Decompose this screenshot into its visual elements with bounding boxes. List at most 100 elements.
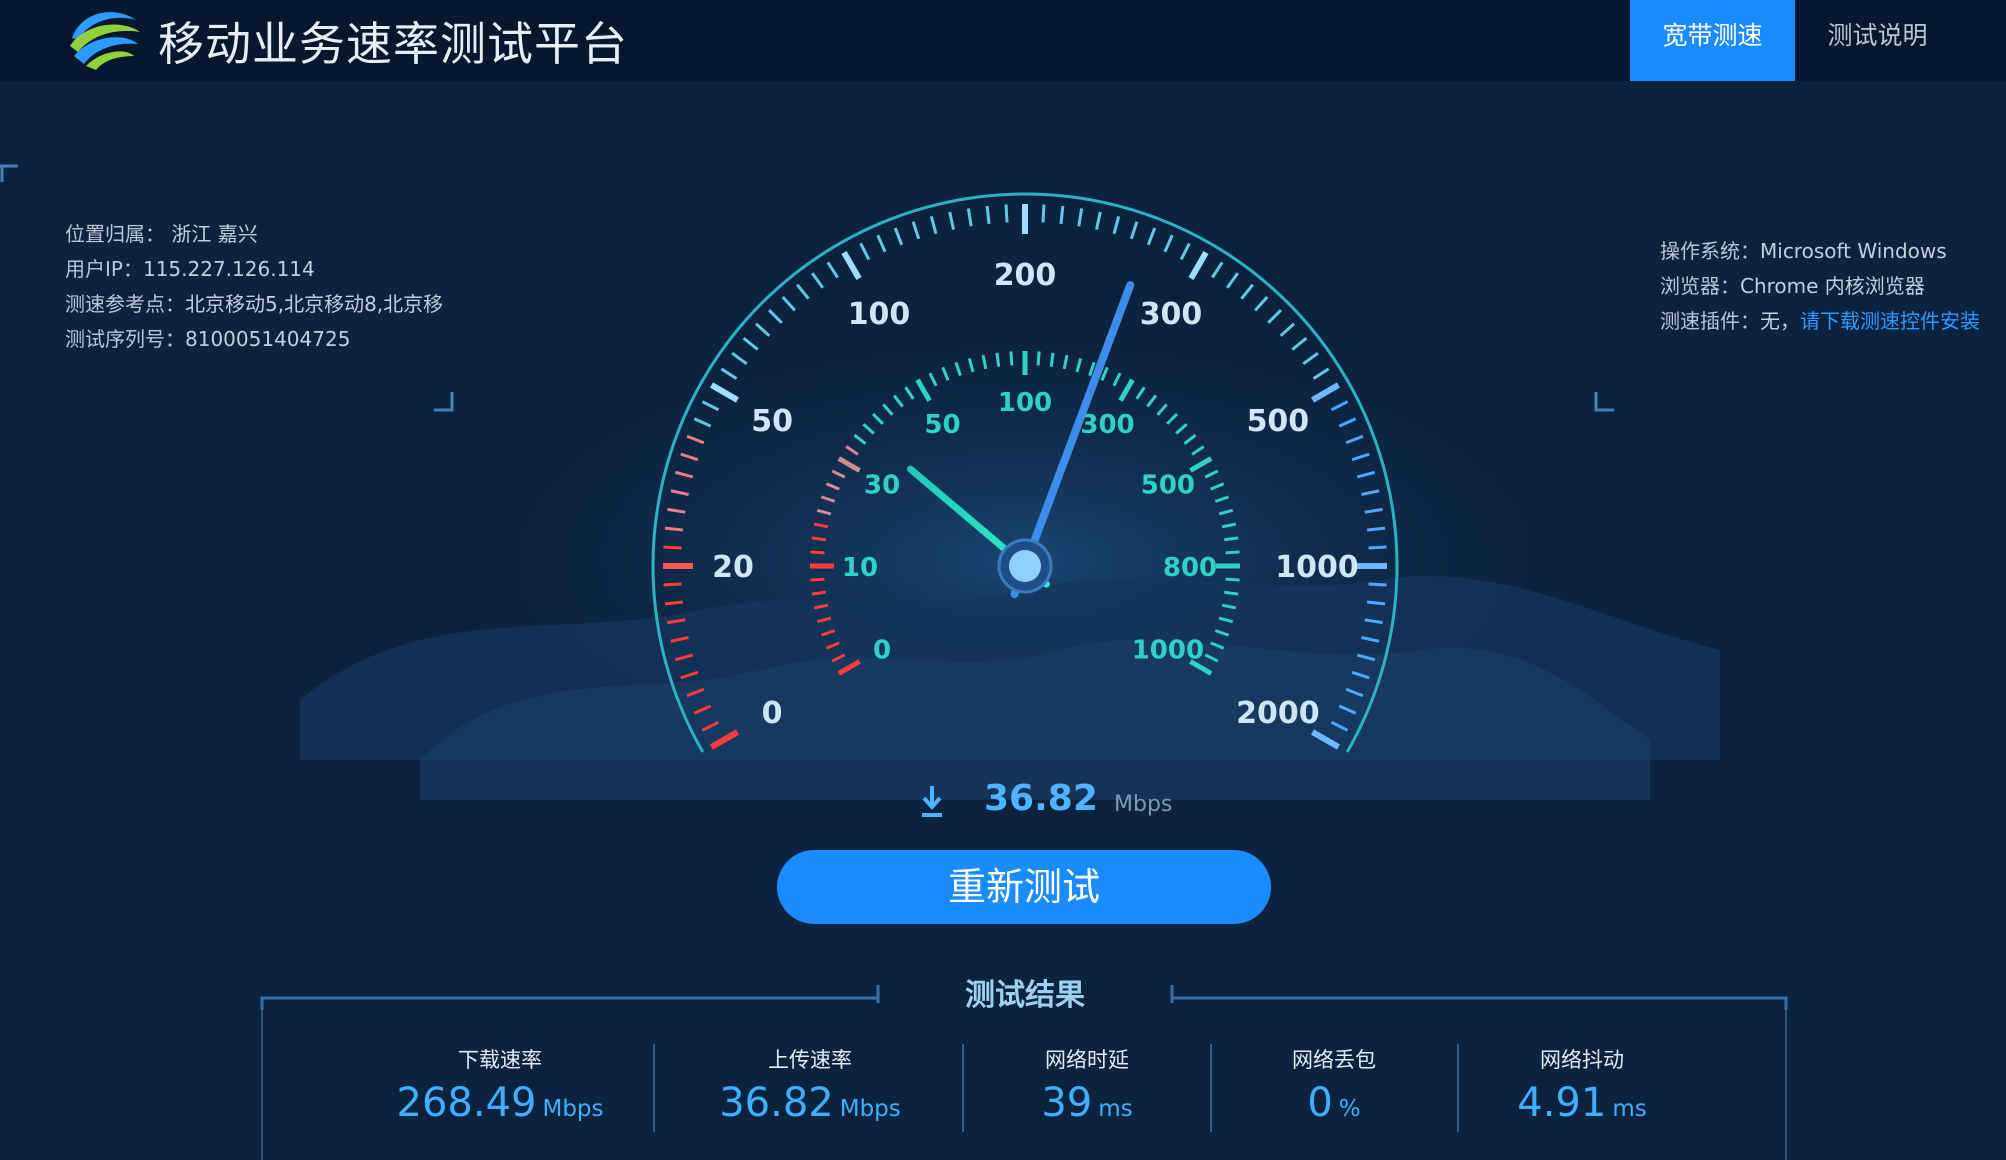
- outer-gauge-tick: [1225, 272, 1239, 289]
- results-title: 测试结果: [965, 978, 1085, 1013]
- inner-gauge-tick: [1224, 590, 1239, 596]
- metric-label: 网络丢包: [1292, 1048, 1376, 1072]
- inner-gauge-tick: [995, 352, 1001, 367]
- inner-gauge-tick: [810, 550, 825, 555]
- tab-test-instructions[interactable]: 测试说明: [1795, 0, 1960, 81]
- outer-gauge-tick: [1368, 582, 1387, 587]
- outer-gauge-label: 1000: [1275, 550, 1359, 585]
- metric-label: 网络时延: [1045, 1048, 1129, 1072]
- outer-gauge-tick: [1041, 204, 1046, 223]
- location-row: 位置归属： 浙江 嘉兴: [65, 222, 258, 246]
- inner-gauge-label: 0: [873, 636, 891, 666]
- outer-gauge-tick: [1366, 600, 1386, 606]
- client-info-panel: 位置归属： 浙江 嘉兴 用户IP：115.227.126.114 测速参考点：北…: [65, 217, 443, 357]
- outer-gauge-tick: [796, 283, 810, 300]
- header-bar: 移动业务速率测试平台 宽带测速 测试说明: [0, 0, 2006, 81]
- outer-gauge-tick: [1146, 227, 1157, 246]
- metric-unit: Mbps: [542, 1096, 604, 1122]
- outer-gauge-tick: [1163, 234, 1174, 253]
- inner-gauge-tick: [1049, 352, 1055, 367]
- metric-upload: 上传速率 36.82 Mbps: [680, 1044, 940, 1126]
- metric-unit: ms: [1612, 1096, 1647, 1122]
- inner-gauge-tick: [1224, 536, 1239, 542]
- inner-gauge-label: 10: [842, 553, 878, 583]
- outer-gauge-label: 300: [1140, 297, 1203, 332]
- outer-gauge-label: 2000: [1236, 696, 1320, 731]
- metric-value: 0: [1307, 1080, 1333, 1126]
- outer-gauge-tick: [663, 582, 682, 587]
- outer-gauge-tick: [1059, 205, 1065, 225]
- outer-gauge-tick: [1368, 545, 1387, 550]
- outer-gauge-label: 200: [994, 258, 1057, 293]
- corner-bracket-left: [434, 392, 454, 412]
- outer-gauge-tick: [911, 221, 921, 240]
- outer-gauge-tick: [1095, 211, 1102, 230]
- outer-gauge-tick: [1112, 215, 1121, 235]
- inner-gauge-label: 30: [864, 471, 900, 501]
- metric-unit: %: [1338, 1096, 1361, 1122]
- gauge-hub: [1009, 550, 1041, 582]
- inner-gauge-label: 300: [1080, 410, 1134, 440]
- browser-row: 浏览器：Chrome 内核浏览器: [1660, 274, 1925, 298]
- outer-gauge-label: 500: [1247, 404, 1310, 439]
- ip-row: 用户IP：115.227.126.114: [65, 257, 315, 281]
- outer-gauge-tick: [948, 211, 955, 230]
- inner-gauge-label: 50: [924, 410, 960, 440]
- tab-broadband-speedtest[interactable]: 宽带测速: [1630, 0, 1795, 81]
- plugin-row: 测速插件：无，请下载测速控件安装: [1660, 309, 1980, 333]
- outer-gauge-tick: [664, 526, 684, 532]
- outer-gauge-tick: [876, 234, 887, 253]
- china-mobile-logo: [70, 12, 140, 70]
- metric-latency: 网络时延 39 ms: [987, 1044, 1187, 1126]
- metric-value: 268.49: [396, 1080, 537, 1126]
- inner-gauge-tick: [1009, 351, 1014, 366]
- metric-unit: ms: [1098, 1096, 1133, 1122]
- outer-gauge-tick: [767, 308, 783, 324]
- outer-gauge-tick: [929, 215, 938, 235]
- corner-bracket-top-left: [0, 164, 18, 182]
- outer-gauge-tick: [1129, 221, 1139, 240]
- outer-gauge-label: 50: [751, 404, 793, 439]
- current-speed-readout: 36.82 Mbps: [920, 778, 1220, 834]
- outer-gauge-tick: [1188, 250, 1209, 280]
- inner-gauge-tick: [811, 590, 826, 596]
- reference-point-row: 测速参考点：北京移动5,北京移动8,北京移: [65, 292, 444, 316]
- outer-gauge-tick: [1004, 204, 1009, 223]
- inner-gauge-tick: [811, 536, 826, 542]
- metric-download: 下载速率 268.49 Mbps: [370, 1044, 630, 1126]
- inner-gauge-label: 1000: [1132, 636, 1204, 666]
- metric-value: 36.82: [719, 1080, 834, 1126]
- outer-gauge-tick: [1211, 261, 1224, 279]
- outer-gauge-tick: [663, 545, 682, 550]
- inner-gauge-label: 100: [998, 388, 1052, 418]
- inner-gauge-label: 500: [1141, 471, 1195, 501]
- serial-number-row: 测试序列号：8100051404725: [65, 327, 351, 351]
- inner-gauge-tick: [1036, 351, 1041, 366]
- outer-gauge-label: 20: [712, 550, 754, 585]
- system-info-panel: 操作系统：Microsoft Windows 浏览器：Chrome 内核浏览器 …: [1660, 234, 1980, 339]
- os-row: 操作系统：Microsoft Windows: [1660, 239, 1947, 263]
- outer-gauge-tick: [1179, 242, 1191, 261]
- outer-gauge-tick: [859, 242, 871, 261]
- metric-jitter: 网络抖动 4.91 ms: [1482, 1044, 1682, 1126]
- metric-unit: Mbps: [839, 1096, 901, 1122]
- inner-gauge-tick: [1225, 550, 1240, 555]
- outer-gauge-tick: [841, 250, 862, 280]
- inner-gauge-label: 800: [1163, 553, 1217, 583]
- metric-label: 下载速率: [458, 1048, 542, 1072]
- outer-gauge-tick: [811, 272, 825, 289]
- download-plugin-link[interactable]: 请下载测速控件安装: [1800, 309, 1980, 333]
- inner-gauge-tick: [810, 577, 825, 582]
- outer-gauge-tick: [1240, 283, 1254, 300]
- metric-label: 网络抖动: [1540, 1048, 1624, 1072]
- metric-label: 上传速率: [768, 1048, 852, 1072]
- current-speed-value: 36.82: [984, 778, 1098, 819]
- outer-gauge-tick: [781, 295, 796, 312]
- outer-gauge-tick: [1366, 526, 1386, 532]
- inner-gauge-tick: [1225, 577, 1240, 582]
- retest-button[interactable]: 重新测试: [777, 850, 1271, 924]
- corner-bracket-right: [1594, 392, 1614, 412]
- outer-gauge-tick: [1254, 295, 1269, 312]
- outer-gauge-tick: [826, 261, 839, 279]
- outer-gauge-tick: [1267, 308, 1283, 324]
